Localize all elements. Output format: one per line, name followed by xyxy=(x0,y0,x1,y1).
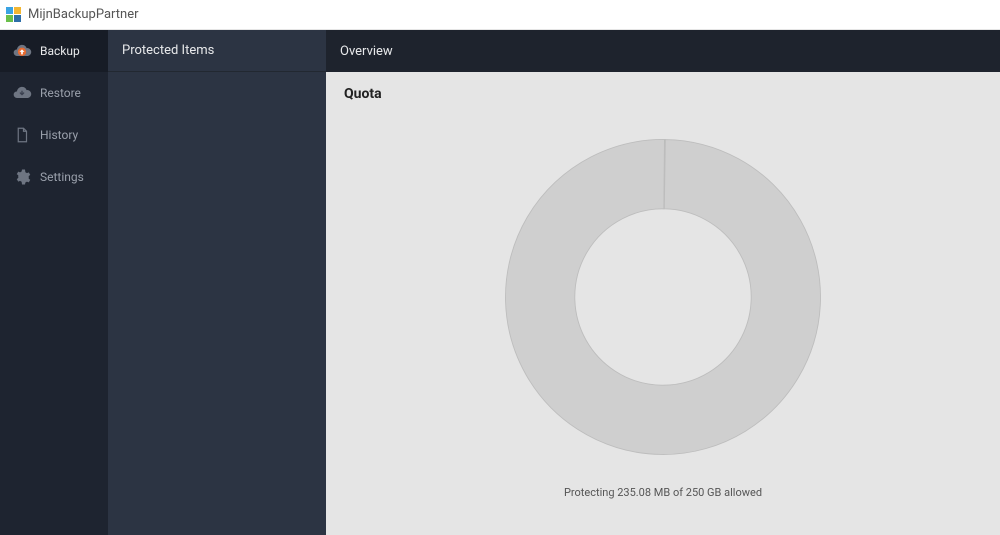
sidebar-item-backup[interactable]: Backup xyxy=(0,30,108,72)
content-body: Quota Protecting 235.08 MB of 250 GB all… xyxy=(326,72,1000,535)
cloud-download-icon xyxy=(12,83,32,103)
sidebar-item-label: History xyxy=(40,128,78,142)
overview-header: Overview xyxy=(326,30,1000,72)
quota-heading: Quota xyxy=(344,86,982,102)
protected-items-title: Protected Items xyxy=(122,43,214,58)
titlebar: MijnBackupPartner xyxy=(0,0,1000,30)
sidebar-item-history[interactable]: History xyxy=(0,114,108,156)
sidebar-item-label: Settings xyxy=(40,170,84,184)
quota-chart-wrap: Protecting 235.08 MB of 250 GB allowed xyxy=(344,122,982,499)
sidebar-item-settings[interactable]: Settings xyxy=(0,156,108,198)
app-logo-icon xyxy=(6,7,22,23)
app-title: MijnBackupPartner xyxy=(28,7,139,22)
overview-title: Overview xyxy=(340,44,393,59)
sidebar-item-label: Restore xyxy=(40,86,81,100)
gear-icon xyxy=(12,167,32,187)
sidebar-item-restore[interactable]: Restore xyxy=(0,72,108,114)
main-layout: Backup Restore History xyxy=(0,30,1000,535)
cloud-upload-icon xyxy=(12,41,32,61)
protected-items-header: Protected Items xyxy=(108,30,326,72)
protected-items-panel: Protected Items xyxy=(108,30,326,535)
quota-donut-chart xyxy=(488,122,838,472)
file-icon xyxy=(12,125,32,145)
content-area: Overview Quota Protecting 235.08 MB of 2… xyxy=(326,30,1000,535)
quota-caption: Protecting 235.08 MB of 250 GB allowed xyxy=(564,486,762,499)
sidebar-item-label: Backup xyxy=(40,44,80,58)
sidebar: Backup Restore History xyxy=(0,30,108,535)
